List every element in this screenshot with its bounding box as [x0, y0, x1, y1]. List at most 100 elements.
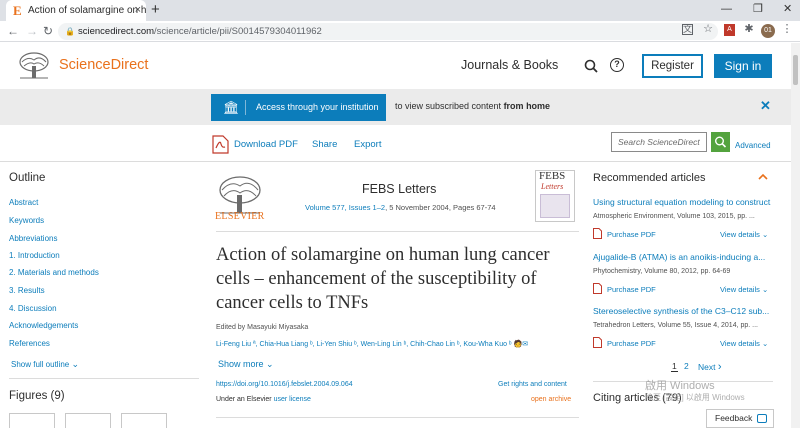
- url-path: /science/article/pii/S0014579304011962: [154, 26, 322, 37]
- volume-info: Volume 577, Issues 1–2, 5 November 2004,…: [305, 203, 496, 212]
- pdf-icon: [593, 228, 602, 239]
- cover-artwork: [540, 194, 570, 218]
- show-full-outline-button[interactable]: Show full outline ⌄: [11, 359, 79, 370]
- divider: [9, 378, 199, 379]
- view-details-link[interactable]: View details ⌄: [720, 339, 768, 348]
- lock-icon: 🔒: [65, 27, 75, 36]
- journal-cover-image[interactable]: FEBS Letters: [535, 170, 575, 222]
- advanced-search-link[interactable]: Advanced: [735, 141, 771, 150]
- cover-title: FEBS: [539, 170, 566, 182]
- button-separator: [245, 100, 246, 115]
- view-details-link[interactable]: View details ⌄: [720, 230, 768, 239]
- outline-item-references[interactable]: References: [9, 339, 50, 348]
- figure-thumbnail[interactable]: [121, 413, 167, 428]
- journal-title-link[interactable]: FEBS Letters: [362, 182, 436, 196]
- elsevier-favicon-icon: E: [13, 3, 22, 18]
- translate-icon[interactable]: 文: [682, 24, 693, 35]
- menu-icon[interactable]: ⋮: [780, 22, 794, 37]
- sign-in-button[interactable]: Sign in: [714, 54, 772, 78]
- register-button[interactable]: Register: [642, 54, 703, 78]
- star-icon[interactable]: ☆: [701, 22, 715, 37]
- share-link[interactable]: Share: [312, 139, 337, 150]
- browser-tab[interactable]: E Action of solamargine on hum ×: [6, 0, 146, 21]
- chevron-down-icon: ⌄: [71, 359, 80, 369]
- chevron-down-icon: ⌄: [761, 285, 769, 294]
- recommended-article-source: Tetrahedron Letters, Volume 55, Issue 4,…: [593, 322, 758, 329]
- pdf-extension-icon[interactable]: A: [724, 24, 735, 36]
- search-icon[interactable]: [584, 59, 598, 73]
- pdf-icon[interactable]: [212, 135, 229, 154]
- recommended-article-source: Atmospheric Environment, Volume 103, 201…: [593, 213, 755, 220]
- journals-books-link[interactable]: Journals & Books: [461, 58, 558, 72]
- feedback-button[interactable]: Feedback: [706, 409, 774, 428]
- export-link[interactable]: Export: [354, 139, 381, 150]
- outline-item-discussion[interactable]: 4. Discussion: [9, 304, 57, 313]
- show-more-button[interactable]: Show more ⌄: [218, 359, 274, 370]
- view-details-link[interactable]: View details ⌄: [720, 285, 768, 294]
- purchase-pdf-link[interactable]: Purchase PDF: [593, 283, 656, 294]
- article-title: Action of solamargine on human lung canc…: [216, 245, 550, 313]
- banner-close-icon[interactable]: ✕: [760, 98, 771, 114]
- profile-avatar[interactable]: 01: [761, 24, 775, 38]
- scrollbar-thumb[interactable]: [793, 55, 798, 85]
- pdf-icon: [593, 337, 602, 348]
- outline-item-methods[interactable]: 2. Materials and methods: [9, 268, 99, 277]
- pagination-next[interactable]: Next ›: [698, 361, 722, 373]
- access-institution-button[interactable]: 🏛 Access through your institution: [211, 94, 386, 121]
- watermark-line1: 啟用 Windows: [645, 380, 715, 392]
- outline-item-acknowledgements[interactable]: Acknowledgements: [9, 321, 78, 330]
- pagination-page-2[interactable]: 2: [684, 361, 689, 371]
- outline-item-introduction[interactable]: 1. Introduction: [9, 251, 60, 260]
- chevron-up-icon[interactable]: [757, 172, 769, 182]
- outline-item-abbreviations[interactable]: Abbreviations: [9, 234, 57, 243]
- help-icon[interactable]: ?: [610, 58, 624, 72]
- recommended-article-source: Phytochemistry, Volume 80, 2012, pp. 64-…: [593, 268, 731, 275]
- figure-thumbnail[interactable]: [9, 413, 55, 428]
- chevron-right-icon: ›: [717, 361, 722, 373]
- sciencedirect-brand[interactable]: ScienceDirect: [59, 57, 148, 73]
- figure-thumbnail[interactable]: [65, 413, 111, 428]
- access-button-label: Access through your institution: [256, 102, 379, 112]
- restore-button[interactable]: ❐: [753, 0, 763, 19]
- outline-item-keywords[interactable]: Keywords: [9, 216, 44, 225]
- recommended-article-title[interactable]: Stereoselective synthesis of the C3–C12 …: [593, 306, 771, 316]
- back-icon[interactable]: ←: [7, 21, 19, 41]
- doi-link[interactable]: https://doi.org/10.1016/j.febslet.2004.0…: [216, 381, 353, 388]
- outline-item-abstract[interactable]: Abstract: [9, 198, 38, 207]
- user-license-link[interactable]: user license: [274, 396, 311, 403]
- recommended-heading: Recommended articles: [593, 172, 706, 184]
- divider: [216, 231, 579, 232]
- recommended-article-title[interactable]: Using structural equation modeling to co…: [593, 197, 771, 207]
- page-scrollbar[interactable]: [791, 43, 800, 428]
- windows-activation-watermark: 啟用 Windows 移至 [設定] 以啟用 Windows: [645, 380, 745, 404]
- window-close-button[interactable]: ✕: [783, 0, 792, 19]
- pagination-page-1[interactable]: 1: [671, 361, 678, 372]
- search-submit-button[interactable]: [711, 132, 730, 152]
- elsevier-tree-logo-icon[interactable]: [18, 52, 50, 80]
- cover-subtitle: Letters: [541, 182, 564, 191]
- recommended-article-title[interactable]: Ajugalide-B (ATMA) is an anoikis-inducin…: [593, 252, 771, 262]
- tab-close-icon[interactable]: ×: [135, 0, 141, 21]
- elsevier-wordmark: ELSEVIER: [215, 211, 265, 222]
- download-pdf-link[interactable]: Download PDF: [234, 139, 298, 150]
- sciencedirect-search-input[interactable]: Search ScienceDirect: [611, 132, 707, 152]
- open-archive-badge: open archive: [531, 396, 572, 403]
- chevron-down-icon: ⌄: [761, 339, 769, 348]
- url-domain: sciencedirect.com: [78, 26, 155, 37]
- purchase-pdf-link[interactable]: Purchase PDF: [593, 228, 656, 239]
- purchase-pdf-link[interactable]: Purchase PDF: [593, 337, 656, 348]
- volume-link[interactable]: Volume 577, Issues 1–2: [305, 203, 385, 212]
- divider: [216, 417, 579, 418]
- outline-item-results[interactable]: 3. Results: [9, 286, 45, 295]
- extensions-icon[interactable]: ✱: [742, 22, 756, 37]
- new-tab-button[interactable]: +: [151, 0, 160, 20]
- rights-content-link[interactable]: Get rights and content: [498, 381, 567, 388]
- chevron-down-icon: ⌄: [266, 359, 274, 369]
- watermark-line2: 移至 [設定] 以啟用 Windows: [645, 393, 745, 402]
- institution-icon: 🏛: [223, 100, 240, 115]
- address-bar[interactable]: 🔒 sciencedirect.com/science/article/pii/…: [58, 23, 718, 40]
- minimize-button[interactable]: —: [721, 0, 732, 19]
- reload-icon[interactable]: ↻: [43, 21, 53, 41]
- author-list[interactable]: Li-Feng Liu ª, Chia-Hua Liang ᵇ, Li-Yen …: [216, 340, 528, 348]
- forward-icon[interactable]: →: [26, 21, 38, 41]
